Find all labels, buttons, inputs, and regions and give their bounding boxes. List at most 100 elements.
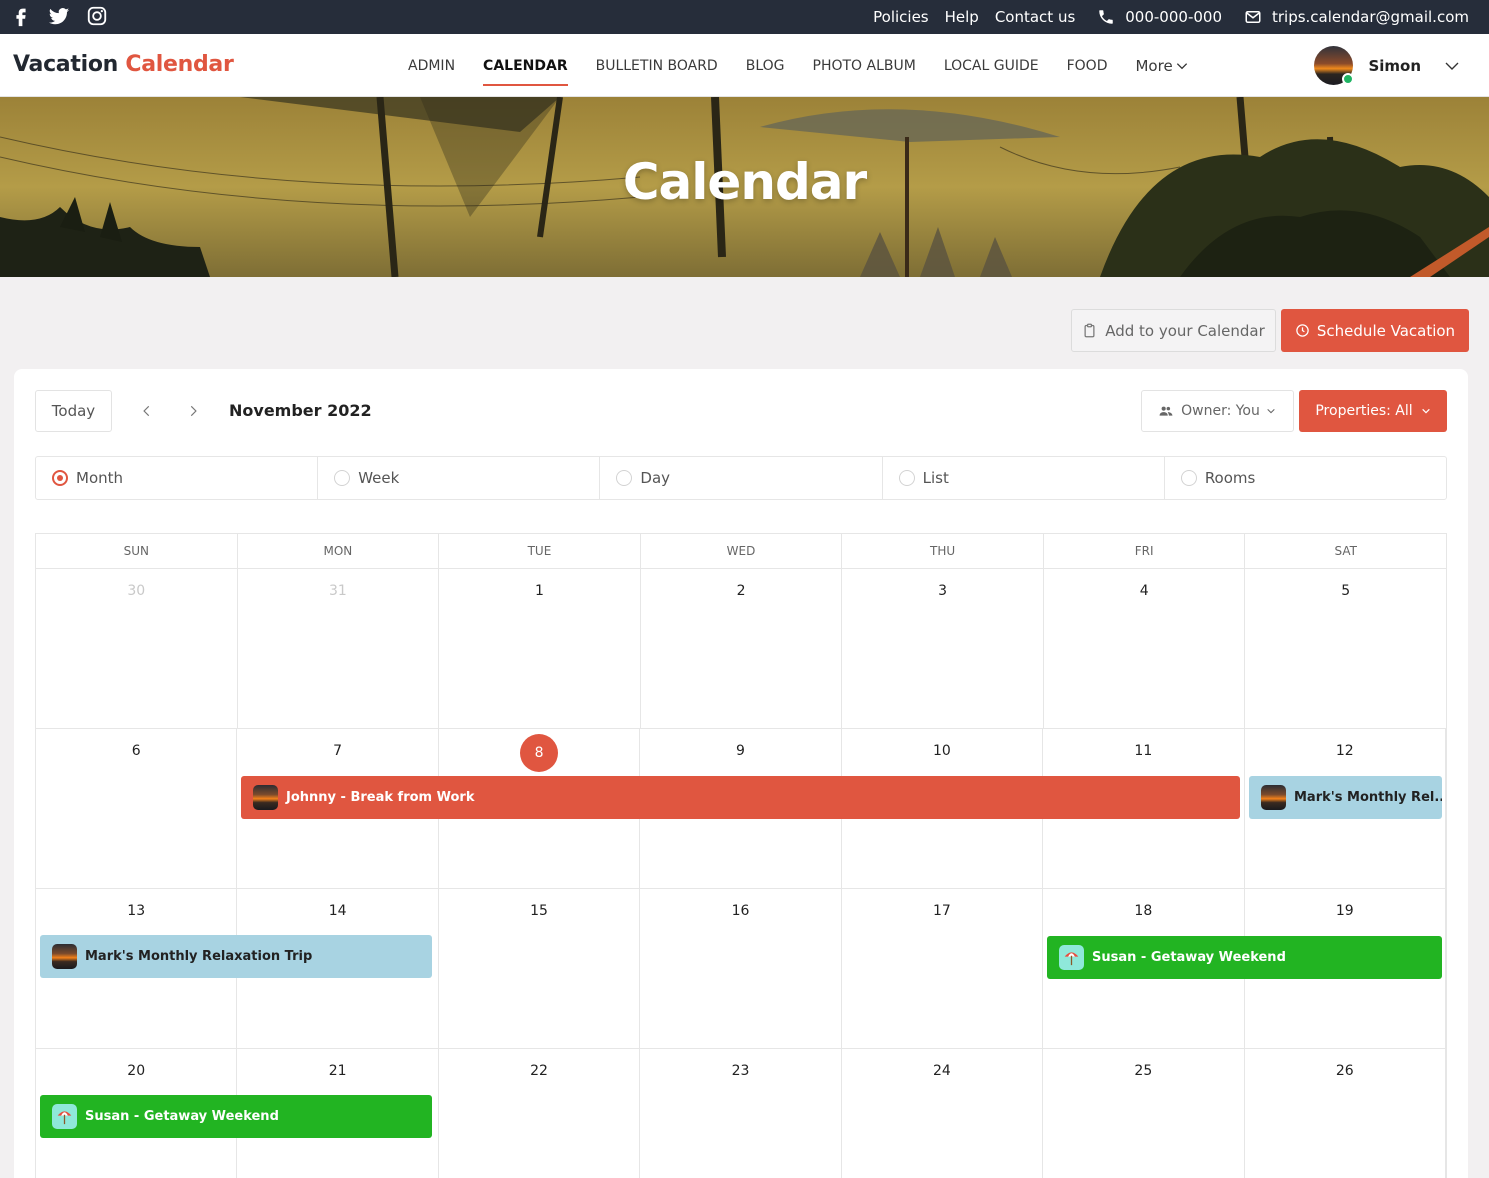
day-number: 4 <box>1139 583 1149 599</box>
event-susan-getaway-weekend[interactable]: Susan - Getaway Weekend <box>1047 936 1442 979</box>
day-cell[interactable]: 6 <box>36 729 238 888</box>
view-option-list[interactable]: List <box>883 457 1165 499</box>
event-thumbnail <box>253 785 278 810</box>
day-number: 1 <box>534 583 544 599</box>
prev-month-button[interactable] <box>135 399 159 423</box>
nav-admin[interactable]: ADMIN <box>394 34 469 97</box>
logo-word-calendar: Calendar <box>125 52 234 77</box>
radio[interactable] <box>898 470 915 486</box>
day-cell[interactable]: 25 <box>1043 1049 1245 1178</box>
view-option-rooms[interactable]: Rooms <box>1165 457 1446 499</box>
facebook-icon[interactable] <box>10 5 34 29</box>
day-cell[interactable]: 30 <box>36 569 238 728</box>
weekday-thu: THU <box>842 534 1044 568</box>
site-logo[interactable]: Vacation Calendar <box>13 52 234 77</box>
day-cell[interactable]: 15 <box>439 889 641 1048</box>
event-title: Susan - Getaway Weekend <box>85 1109 279 1124</box>
nav-photo-album[interactable]: PHOTO ALBUM <box>799 34 930 97</box>
radio-selected[interactable] <box>52 470 68 486</box>
day-number: 24 <box>932 1063 951 1079</box>
main-nav: ADMIN CALENDAR BULLETIN BOARD BLOG PHOTO… <box>394 34 1203 97</box>
view-option-month[interactable]: Month <box>36 457 319 499</box>
day-cell[interactable]: 24 <box>842 1049 1044 1178</box>
user-name[interactable]: Simon <box>1368 57 1421 75</box>
view-option-day[interactable]: Day <box>600 457 883 499</box>
nav-local-guide[interactable]: LOCAL GUIDE <box>930 34 1053 97</box>
users-icon <box>1159 406 1173 416</box>
social-links <box>10 5 110 29</box>
schedule-vacation-label: Schedule Vacation <box>1316 321 1456 340</box>
chevron-left-icon <box>143 405 150 417</box>
week-row: 30 31 1 2 3 4 5 <box>35 569 1447 729</box>
day-cell[interactable]: 3 <box>842 569 1044 728</box>
radio[interactable] <box>1180 470 1197 486</box>
logo-word-vacation: Vacation <box>13 52 118 77</box>
phone-number[interactable]: 000-000-000 <box>1125 8 1222 26</box>
view-switcher: Month Week Day List Rooms <box>35 456 1447 500</box>
avatar[interactable] <box>1314 46 1355 85</box>
radio[interactable] <box>334 470 351 486</box>
owner-filter-label: Owner: You <box>1181 403 1260 419</box>
owner-filter-dropdown[interactable]: Owner: You <box>1141 390 1294 432</box>
weekday-fri: FRI <box>1044 534 1246 568</box>
day-number: 22 <box>530 1063 548 1079</box>
radio[interactable] <box>616 470 633 486</box>
nav-bulletin-board[interactable]: BULLETIN BOARD <box>582 34 732 97</box>
day-number: 14 <box>328 903 347 919</box>
policies-link[interactable]: Policies <box>873 8 928 26</box>
day-cell[interactable]: 22 <box>439 1049 641 1178</box>
day-cell[interactable]: 5 <box>1245 569 1446 728</box>
user-menu[interactable]: Simon <box>1314 46 1461 85</box>
event-title: Mark's Monthly Relaxation Trip <box>85 949 313 964</box>
day-cell[interactable]: 16 <box>640 889 842 1048</box>
day-cell[interactable]: 4 <box>1044 569 1246 728</box>
add-to-calendar-button[interactable]: Add to your Calendar <box>1071 309 1276 352</box>
day-cell[interactable]: 1 <box>439 569 641 728</box>
add-to-calendar-label: Add to your Calendar <box>1105 321 1265 340</box>
email-address[interactable]: trips.calendar@gmail.com <box>1272 8 1469 26</box>
instagram-icon[interactable] <box>86 5 110 29</box>
day-cell[interactable]: 26 <box>1245 1049 1446 1178</box>
properties-filter-dropdown[interactable]: Properties: All <box>1299 390 1447 432</box>
nav-calendar[interactable]: CALENDAR <box>469 34 582 97</box>
nav-food[interactable]: FOOD <box>1053 34 1122 97</box>
next-month-button[interactable] <box>181 399 205 423</box>
schedule-vacation-button[interactable]: Schedule Vacation <box>1281 309 1469 352</box>
nav-more[interactable]: More <box>1121 34 1202 97</box>
view-option-week[interactable]: Week <box>318 457 601 499</box>
day-cell[interactable]: 17 <box>842 889 1044 1048</box>
day-cell[interactable]: 2 <box>641 569 843 728</box>
help-link[interactable]: Help <box>945 8 979 26</box>
week-row: 6 7 8 9 10 11 12 Johnny - Break from Wor… <box>35 729 1447 889</box>
view-option-label: Day <box>640 469 671 487</box>
event-marks-monthly-relaxation-trip[interactable]: Mark's Monthly Relaxation Trip <box>40 935 432 978</box>
online-status-dot <box>1342 73 1355 85</box>
view-option-label: Rooms <box>1204 469 1256 487</box>
day-number: 12 <box>1335 743 1354 759</box>
weekday-sat: SAT <box>1334 544 1357 558</box>
day-cell[interactable]: 23 <box>640 1049 842 1178</box>
day-number: 18 <box>1134 903 1153 919</box>
event-johnny-break-from-work[interactable]: Johnny - Break from Work <box>241 776 1240 819</box>
event-title: Johnny - Break from Work <box>286 790 475 805</box>
day-number: 11 <box>1134 743 1153 759</box>
month-title: November 2022 <box>229 401 372 420</box>
beach-umbrella-icon <box>1059 945 1084 970</box>
weekday-sun: SUN <box>36 534 238 568</box>
day-number: 31 <box>328 583 347 599</box>
day-number: 20 <box>127 1063 146 1079</box>
twitter-icon[interactable] <box>48 5 72 29</box>
top-links: Policies Help Contact us 000-000-000 tri… <box>857 0 1469 34</box>
event-susan-getaway-weekend[interactable]: Susan - Getaway Weekend <box>40 1095 432 1138</box>
day-number: 19 <box>1335 903 1354 919</box>
chevron-down-icon[interactable] <box>1443 57 1461 75</box>
contact-link[interactable]: Contact us <box>995 8 1075 26</box>
day-number: 21 <box>328 1063 347 1079</box>
event-marks-monthly-relaxation[interactable]: Mark's Monthly Rel... <box>1249 776 1442 819</box>
page-title: Calendar <box>622 153 867 211</box>
week-row: 13 14 15 16 17 18 19 Mark's Monthly Rela… <box>35 889 1447 1049</box>
today-button[interactable]: Today <box>35 390 112 432</box>
day-cell[interactable]: 31 <box>238 569 440 728</box>
nav-blog[interactable]: BLOG <box>732 34 799 97</box>
weekday-mon: MON <box>238 534 440 568</box>
